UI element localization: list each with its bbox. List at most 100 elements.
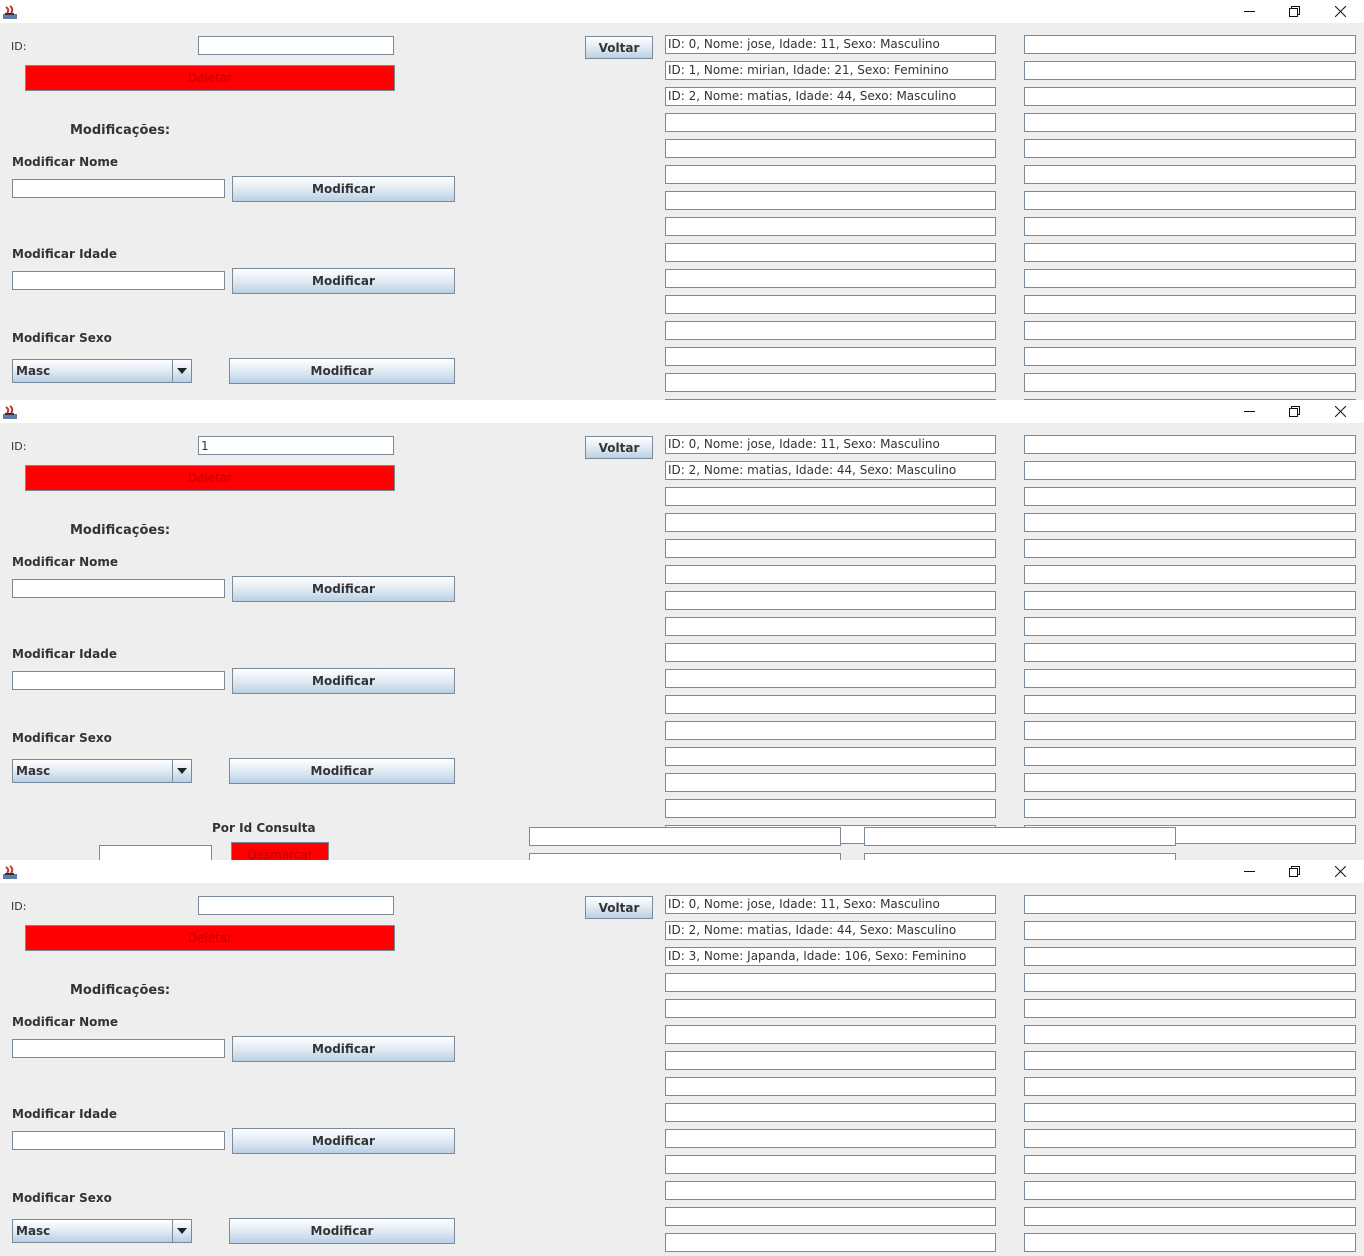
close-button[interactable] <box>1318 860 1364 883</box>
restore-button[interactable] <box>1272 400 1318 423</box>
record-field-right[interactable] <box>1024 773 1356 792</box>
restore-button[interactable] <box>1272 860 1318 883</box>
window-titlebar[interactable] <box>0 860 1364 883</box>
record-field[interactable] <box>665 165 996 184</box>
record-field[interactable] <box>665 999 996 1018</box>
record-field[interactable] <box>665 113 996 132</box>
unmark-button[interactable]: Desmarcar <box>231 842 329 860</box>
sex-select[interactable]: Masc <box>12 1219 192 1243</box>
modify-name-button[interactable]: Modificar <box>232 1036 455 1062</box>
record-field-right[interactable] <box>1024 461 1356 480</box>
minimize-button[interactable] <box>1227 860 1273 883</box>
record-field[interactable] <box>665 321 996 340</box>
record-field[interactable] <box>665 373 996 392</box>
record-field-right[interactable] <box>1024 435 1356 454</box>
record-field-right[interactable] <box>1024 243 1356 262</box>
record-field-right[interactable] <box>1024 35 1356 54</box>
record-field[interactable] <box>665 747 996 766</box>
minimize-button[interactable] <box>1227 400 1273 423</box>
back-button[interactable]: Voltar <box>585 896 653 919</box>
record-field-right[interactable] <box>1024 1233 1356 1252</box>
record-field[interactable] <box>665 1233 996 1252</box>
consulta-result-field[interactable] <box>529 827 841 846</box>
record-field-right[interactable] <box>1024 999 1356 1018</box>
record-field[interactable]: ID: 0, Nome: jose, Idade: 11, Sexo: Masc… <box>665 435 996 454</box>
minimize-button[interactable] <box>1227 0 1273 23</box>
record-field-right[interactable] <box>1024 113 1356 132</box>
modify-name-button[interactable]: Modificar <box>232 176 455 202</box>
modify-sex-button[interactable]: Modificar <box>229 1218 455 1244</box>
modify-age-input[interactable] <box>12 671 225 690</box>
record-field-right[interactable] <box>1024 1207 1356 1226</box>
record-field-right[interactable] <box>1024 669 1356 688</box>
modify-sex-button[interactable]: Modificar <box>229 758 455 784</box>
record-field-right[interactable] <box>1024 921 1356 940</box>
modify-age-input[interactable] <box>12 1131 225 1150</box>
modify-age-button[interactable]: Modificar <box>232 1128 455 1154</box>
record-field[interactable] <box>665 1051 996 1070</box>
record-field[interactable] <box>665 1077 996 1096</box>
record-field-right[interactable] <box>1024 1025 1356 1044</box>
back-button[interactable]: Voltar <box>585 36 653 59</box>
restore-button[interactable] <box>1272 0 1318 23</box>
record-field-right[interactable] <box>1024 61 1356 80</box>
record-field-right[interactable] <box>1024 947 1356 966</box>
record-field-right[interactable] <box>1024 1103 1356 1122</box>
window-titlebar[interactable] <box>0 0 1364 23</box>
record-field[interactable] <box>665 695 996 714</box>
sex-select[interactable]: Masc <box>12 359 192 383</box>
consulta-result-field[interactable] <box>529 853 841 860</box>
record-field-right[interactable] <box>1024 895 1356 914</box>
id-input[interactable] <box>198 36 394 55</box>
dropdown-arrow[interactable] <box>172 760 191 782</box>
record-field[interactable]: ID: 2, Nome: matias, Idade: 44, Sexo: Ma… <box>665 921 996 940</box>
record-field-right[interactable] <box>1024 1077 1356 1096</box>
record-field[interactable]: ID: 2, Nome: matias, Idade: 44, Sexo: Ma… <box>665 87 996 106</box>
id-input[interactable] <box>198 436 394 455</box>
record-field-right[interactable] <box>1024 487 1356 506</box>
record-field-right[interactable] <box>1024 1129 1356 1148</box>
record-field[interactable] <box>665 1207 996 1226</box>
record-field[interactable] <box>665 295 996 314</box>
record-field[interactable] <box>665 513 996 532</box>
record-field[interactable] <box>665 217 996 236</box>
record-field-right[interactable] <box>1024 513 1356 532</box>
record-field[interactable]: ID: 2, Nome: matias, Idade: 44, Sexo: Ma… <box>665 461 996 480</box>
record-field[interactable] <box>665 1155 996 1174</box>
modify-name-button[interactable]: Modificar <box>232 576 455 602</box>
modify-sex-button[interactable]: Modificar <box>229 358 455 384</box>
record-field-right[interactable] <box>1024 269 1356 288</box>
record-field-right[interactable] <box>1024 973 1356 992</box>
record-field-right[interactable] <box>1024 721 1356 740</box>
record-field[interactable] <box>665 617 996 636</box>
modify-age-input[interactable] <box>12 271 225 290</box>
record-field[interactable] <box>665 539 996 558</box>
record-field[interactable] <box>665 347 996 366</box>
modify-name-input[interactable] <box>12 179 225 198</box>
record-field-right[interactable] <box>1024 191 1356 210</box>
delete-button[interactable]: Deletar <box>25 65 395 91</box>
record-field[interactable] <box>665 773 996 792</box>
record-field[interactable] <box>665 1025 996 1044</box>
modify-age-button[interactable]: Modificar <box>232 668 455 694</box>
delete-button[interactable]: Deletar <box>25 465 395 491</box>
record-field[interactable] <box>665 565 996 584</box>
record-field[interactable] <box>665 191 996 210</box>
record-field[interactable] <box>665 799 996 818</box>
record-field-right[interactable] <box>1024 643 1356 662</box>
record-field[interactable]: ID: 0, Nome: jose, Idade: 11, Sexo: Masc… <box>665 895 996 914</box>
modify-age-button[interactable]: Modificar <box>232 268 455 294</box>
record-field-right[interactable] <box>1024 373 1356 392</box>
record-field-right[interactable] <box>1024 591 1356 610</box>
consulta-result-field-right[interactable] <box>864 853 1176 860</box>
dropdown-arrow[interactable] <box>172 360 191 382</box>
record-field[interactable]: ID: 3, Nome: Japanda, Idade: 106, Sexo: … <box>665 947 996 966</box>
record-field-right[interactable] <box>1024 165 1356 184</box>
record-field-right[interactable] <box>1024 747 1356 766</box>
record-field-right[interactable] <box>1024 539 1356 558</box>
record-field[interactable] <box>665 721 996 740</box>
record-field[interactable] <box>665 1181 996 1200</box>
record-field[interactable]: ID: 1, Nome: mirian, Idade: 21, Sexo: Fe… <box>665 61 996 80</box>
delete-button[interactable]: Deletar <box>25 925 395 951</box>
record-field[interactable] <box>665 139 996 158</box>
